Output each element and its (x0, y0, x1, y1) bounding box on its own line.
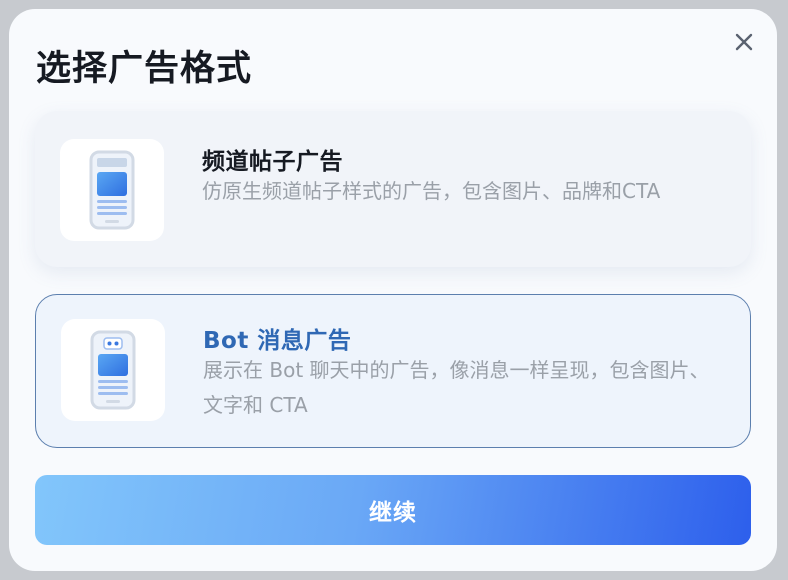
option-description: 仿原生频道帖子样式的广告，包含图片、品牌和CTA (202, 179, 661, 203)
phone-post-icon (89, 150, 135, 230)
close-button[interactable] (728, 26, 760, 58)
close-icon (735, 33, 753, 51)
dialog-title: 选择广告格式 (36, 49, 253, 89)
ad-format-dialog: 选择广告格式 频道帖子广告 仿原生频道帖子样式的广告，包含图片、品牌和CTA B… (9, 9, 777, 571)
option-thumbnail (61, 319, 165, 421)
option-description: 展示在 Bot 聊天中的广告，像消息一样呈现，包含图片、文字和 CTA (203, 358, 710, 417)
phone-bot-message-icon (90, 330, 136, 410)
option-channel-post[interactable]: 频道帖子广告 仿原生频道帖子样式的广告，包含图片、品牌和CTA (35, 111, 751, 267)
option-title: Bot 消息广告 (203, 328, 352, 354)
option-thumbnail (60, 139, 164, 241)
option-bot-message[interactable]: Bot 消息广告 展示在 Bot 聊天中的广告，像消息一样呈现，包含图片、文字和… (35, 294, 751, 448)
option-title: 频道帖子广告 (202, 149, 343, 175)
continue-button[interactable]: 继续 (35, 475, 751, 545)
